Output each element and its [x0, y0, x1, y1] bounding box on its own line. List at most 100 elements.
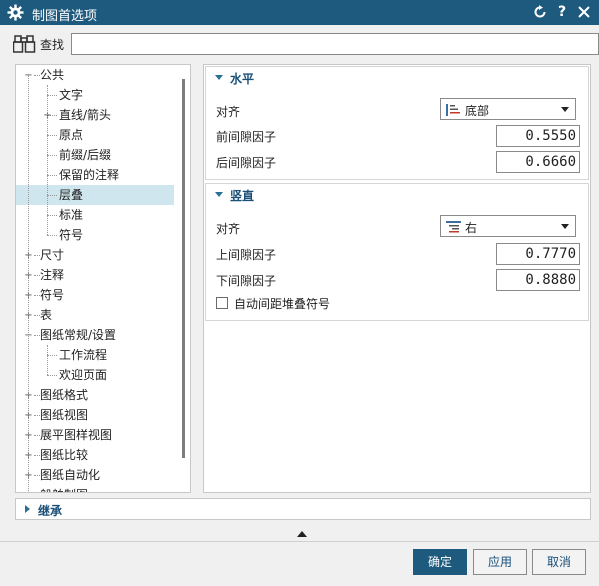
tree-item[interactable]: 前缀/后缀 [16, 145, 174, 165]
tree-item-label: 船舶制图 [40, 485, 88, 492]
auto-spacing-label: 自动间距堆叠符号 [234, 297, 331, 311]
tree-item-label: 层叠 [59, 188, 84, 202]
align-bottom-icon [446, 104, 461, 119]
category-tree: − 公共文字 + 直线/箭头原点前缀/后缀保留的注释层叠标准符号 + 尺寸 + 注释 + 符号 + 表… [15, 64, 191, 493]
horizontal-group-header[interactable]: 水平 [206, 67, 588, 89]
tree-item[interactable]: 标准 [16, 205, 174, 225]
tree-item-label: 尺寸 [40, 248, 65, 262]
vertical-group-header[interactable]: 竖直 [206, 184, 588, 206]
tree-connector [47, 235, 57, 236]
tree-item-label: 保留的注释 [59, 168, 120, 182]
tree-item-label: 注释 [40, 268, 65, 282]
tree-item-label: 标准 [59, 208, 84, 222]
gear-icon [7, 4, 24, 21]
tree-scroll-thumb[interactable] [182, 79, 185, 458]
tree-connector [47, 195, 57, 196]
tree-item[interactable]: + 图纸比较 [16, 445, 174, 465]
tree-item-label: 图纸格式 [40, 388, 89, 402]
footer-divider [0, 541, 599, 542]
binoculars-icon [12, 34, 37, 57]
tree-item[interactable]: − 图纸常规/设置 [16, 325, 174, 345]
align-right-icon [446, 221, 461, 236]
tree-item-label: 欢迎页面 [59, 368, 108, 382]
inherit-title: 继承 [38, 504, 63, 518]
tree-guide-line [47, 85, 48, 235]
caret-down-icon [215, 75, 223, 80]
tree-item[interactable]: +船舶制图 [16, 485, 174, 492]
tree-item[interactable]: + 直线/箭头 [16, 105, 174, 125]
tree-guide-line [47, 345, 48, 375]
help-icon[interactable]: ? [553, 3, 571, 21]
tree-item[interactable]: 工作流程 [16, 345, 174, 365]
tree-item-label: 图纸自动化 [40, 468, 101, 482]
tree-item[interactable]: 文字 [16, 85, 174, 105]
back-gap-input[interactable]: 0.6660 [496, 151, 580, 173]
reset-icon[interactable] [531, 3, 549, 21]
tree-item-label: 图纸比较 [40, 448, 89, 462]
bottom-gap-input[interactable]: 0.8880 [496, 269, 580, 291]
tree-item-label: 直线/箭头 [59, 108, 112, 122]
auto-spacing-checkbox[interactable] [216, 297, 228, 309]
tree-connector [47, 95, 57, 96]
tree-item-label: 图纸常规/设置 [40, 328, 117, 342]
tree-item-label: 展平图样视图 [40, 428, 113, 442]
settings-panel: 水平 对齐 底部 前间隙因子 0.5550 后间隙因子 0.6660 竖直 对齐 [203, 64, 591, 493]
tree-item[interactable]: 原点 [16, 125, 174, 145]
title-bar: 制图首选项 ? [0, 0, 599, 25]
vertical-align-label: 对齐 [216, 222, 241, 236]
tree-item[interactable]: 层叠 [16, 185, 174, 205]
tree-item[interactable]: + 图纸自动化 [16, 465, 174, 485]
vertical-align-select[interactable]: 右 [440, 215, 576, 237]
chevron-down-icon [561, 107, 569, 112]
tree-item-label: 符号 [59, 228, 84, 242]
ok-button[interactable]: 确定 [413, 549, 467, 575]
back-gap-label: 后间隙因子 [216, 156, 277, 170]
tree-guide-line [28, 75, 29, 492]
cancel-button[interactable]: 取消 [532, 549, 586, 575]
tree-item[interactable]: 保留的注释 [16, 165, 174, 185]
tree-item-label: 文字 [59, 88, 84, 102]
tree-item-label: 公共 [40, 68, 65, 82]
tree-item-label: 表 [40, 308, 53, 322]
horizontal-align-label: 对齐 [216, 105, 241, 119]
tree-item-label: 原点 [59, 128, 84, 142]
caret-down-icon [215, 192, 223, 197]
search-input[interactable] [71, 33, 599, 55]
tree-item-label: 工作流程 [59, 348, 108, 362]
tree-connector [47, 175, 57, 176]
tree-item[interactable]: + 展平图样视图 [16, 425, 174, 445]
close-icon[interactable] [575, 3, 593, 21]
horizontal-align-select[interactable]: 底部 [440, 98, 576, 120]
window-title: 制图首选项 [32, 9, 98, 24]
tree-item-label: 符号 [40, 288, 65, 302]
vertical-group-title: 竖直 [230, 189, 255, 203]
apply-button[interactable]: 应用 [473, 549, 527, 575]
tree-scrollbar[interactable] [177, 65, 190, 492]
collapse-up-icon[interactable] [297, 531, 307, 537]
tree-item[interactable]: + 图纸格式 [16, 385, 174, 405]
top-gap-input[interactable]: 0.7770 [496, 243, 580, 265]
tree-item[interactable]: 符号 [16, 225, 174, 245]
top-gap-label: 上间隙因子 [216, 248, 277, 262]
horizontal-align-value: 底部 [465, 104, 490, 118]
front-gap-input[interactable]: 0.5550 [496, 125, 580, 147]
search-label: 查找 [40, 38, 65, 52]
tree-connector [47, 215, 57, 216]
search-row: 查找 [8, 31, 599, 57]
tree-item[interactable]: − 公共 [16, 65, 174, 85]
tree-item[interactable]: + 图纸视图 [16, 405, 174, 425]
chevron-down-icon [561, 224, 569, 229]
tree-item-label: 图纸视图 [40, 408, 89, 422]
inherit-group[interactable]: 继承 [15, 498, 591, 520]
tree-connector [47, 355, 57, 356]
tree-item[interactable]: + 符号 [16, 285, 174, 305]
tree-item[interactable]: + 尺寸 [16, 245, 174, 265]
tree-item[interactable]: + 注释 [16, 265, 174, 285]
tree-connector [47, 155, 57, 156]
caret-right-icon [25, 505, 30, 513]
bottom-gap-label: 下间隙因子 [216, 274, 277, 288]
tree-item[interactable]: + 表 [16, 305, 174, 325]
tree-item-label: 前缀/后缀 [59, 148, 112, 162]
tree-item[interactable]: 欢迎页面 [16, 365, 174, 385]
horizontal-group-title: 水平 [230, 72, 255, 86]
